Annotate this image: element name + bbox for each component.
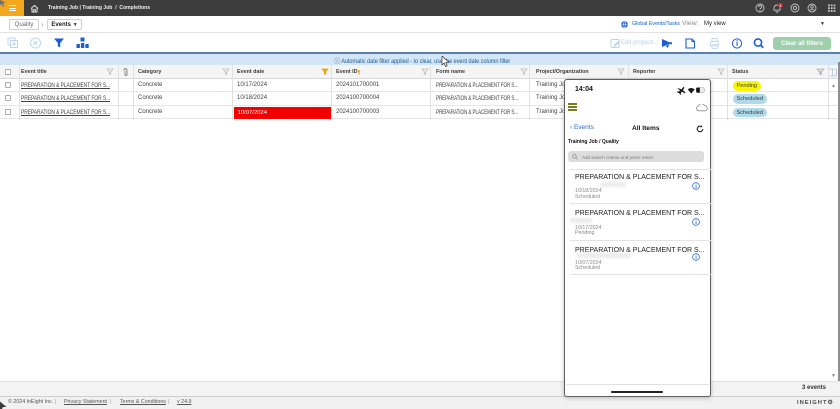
svg-text:1: 1 bbox=[779, 4, 781, 8]
